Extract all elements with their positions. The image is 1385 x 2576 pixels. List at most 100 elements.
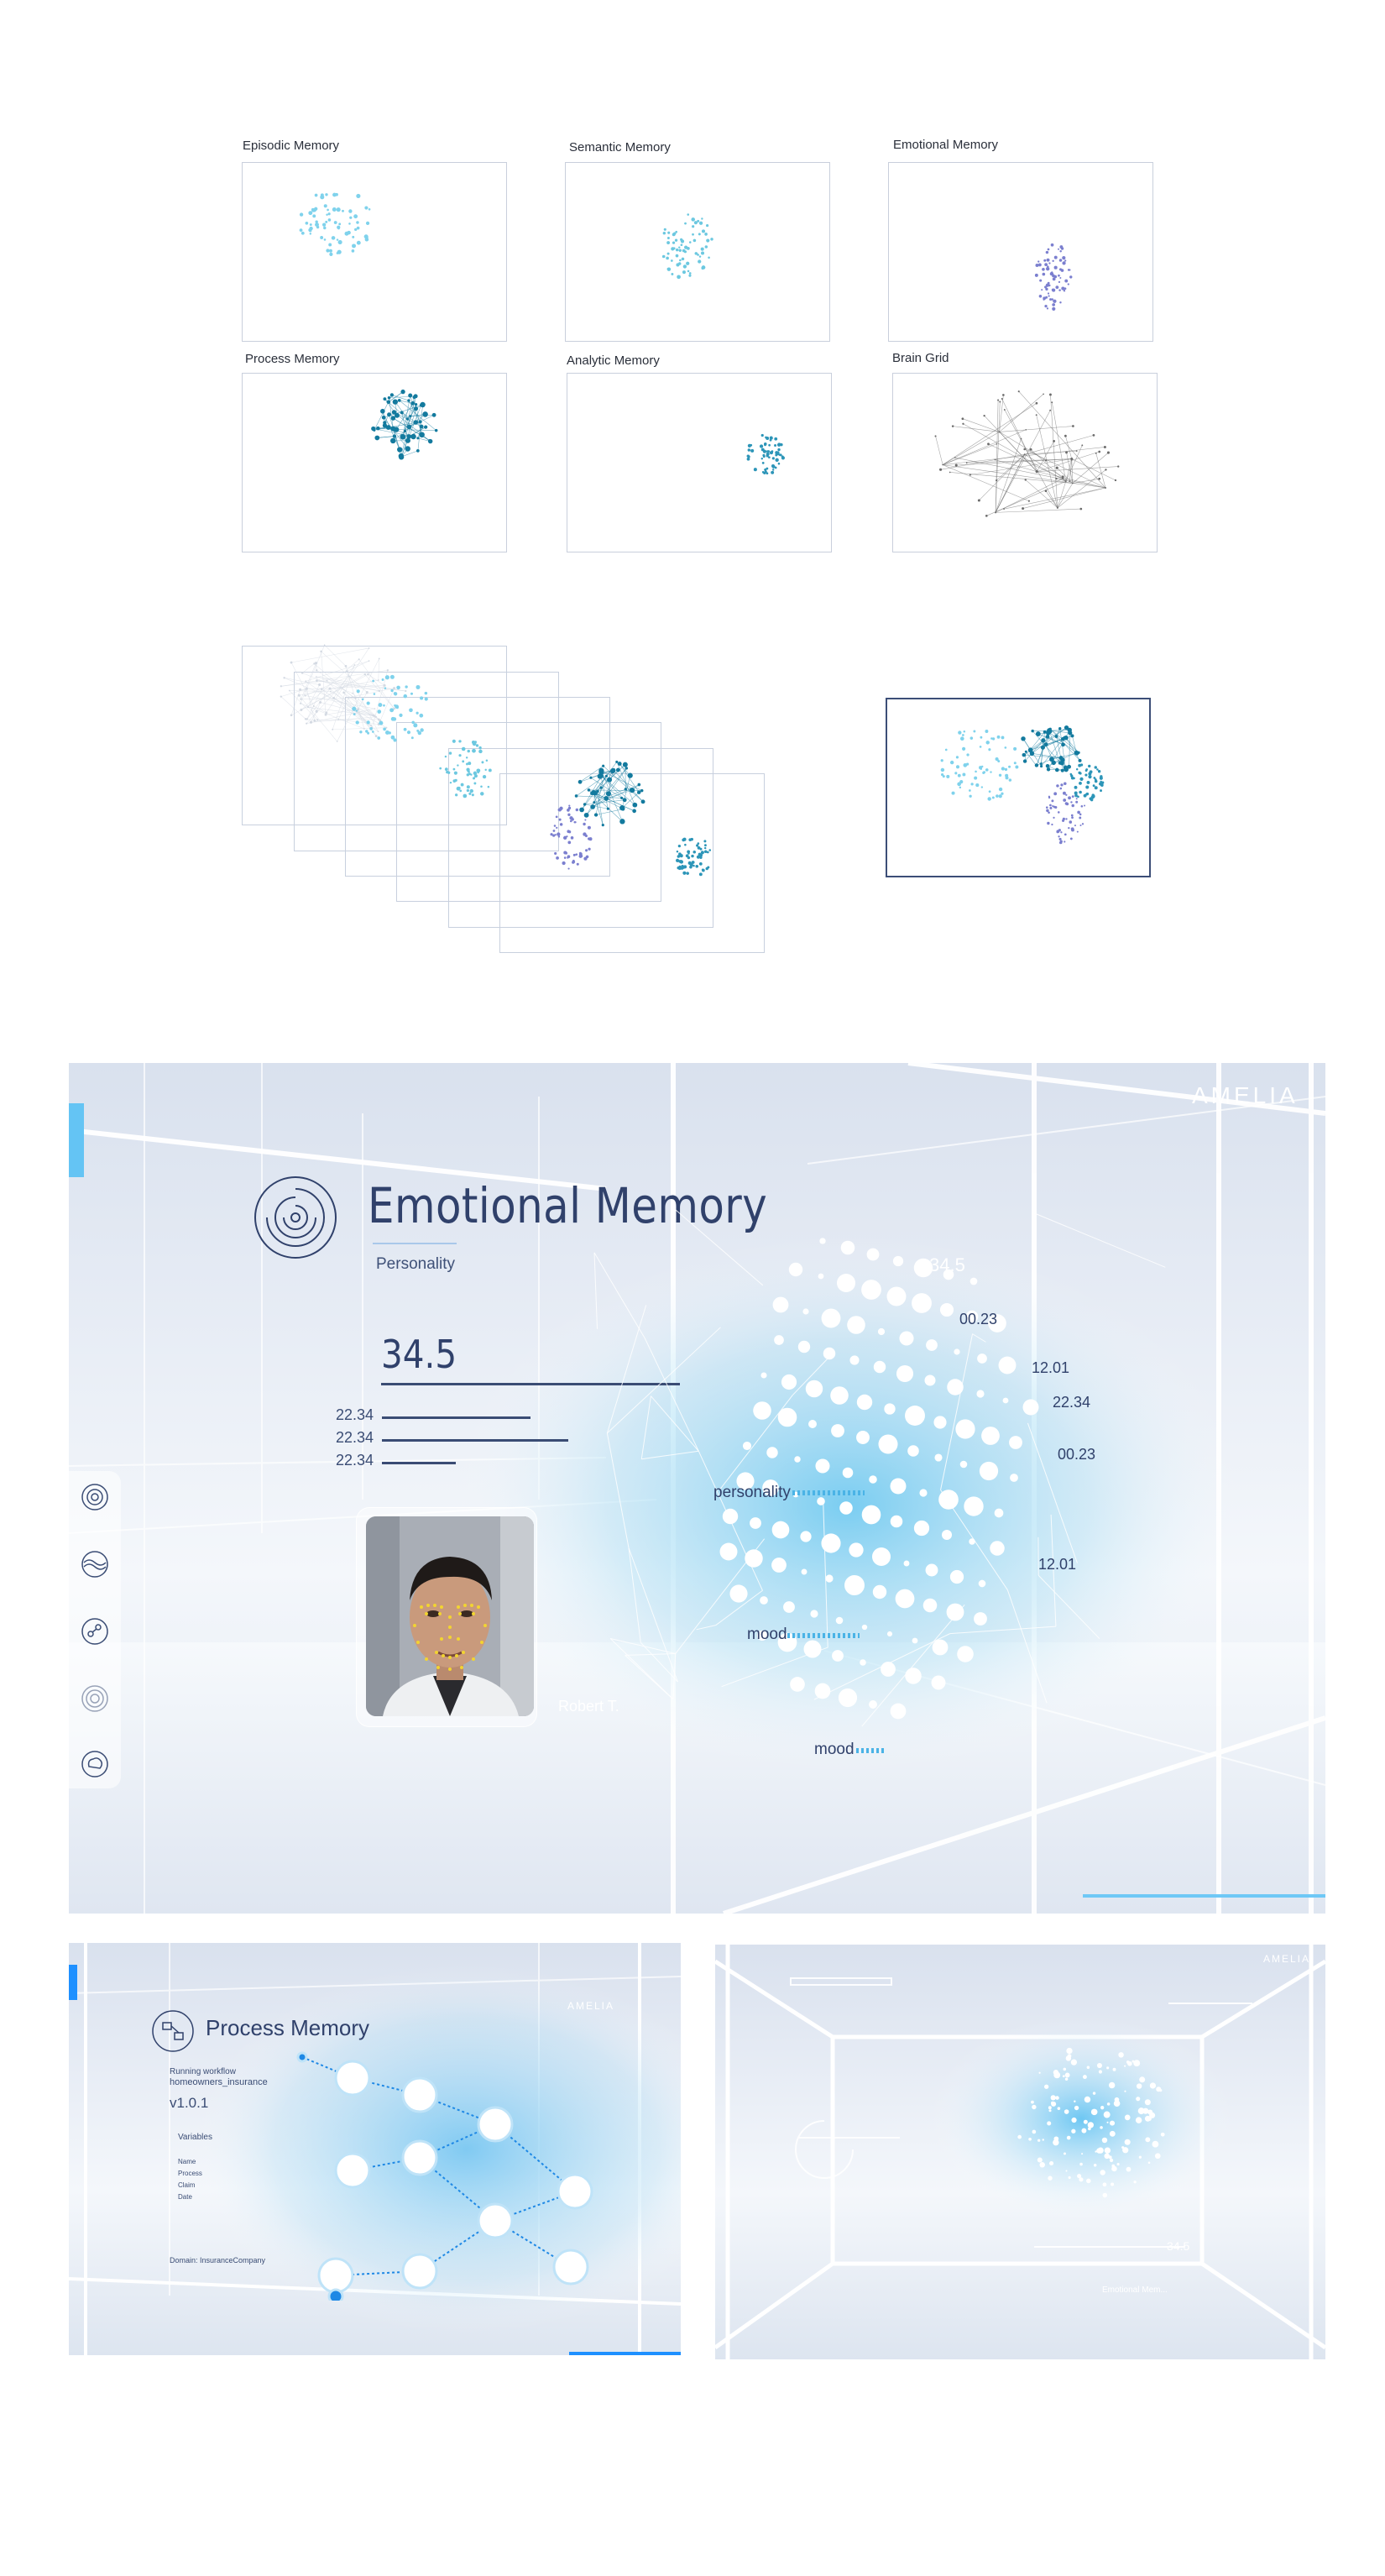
episodic-point	[352, 235, 355, 238]
grid-point	[1103, 445, 1106, 448]
analytic-point	[761, 462, 765, 464]
flow-node[interactable]	[334, 2060, 371, 2097]
semantic-point	[706, 238, 710, 243]
cloud-point	[849, 1355, 860, 1365]
thumb-analytic[interactable]	[567, 373, 832, 552]
combined-emotional-point	[1075, 798, 1078, 800]
cloud-point	[877, 1327, 886, 1336]
flow-node[interactable]	[327, 2288, 344, 2301]
combined-episodic-point	[942, 775, 945, 778]
flow-node[interactable]	[552, 2249, 589, 2285]
third-cloud-point	[1064, 2072, 1070, 2078]
third-cloud-point	[1079, 2177, 1084, 2182]
grid-point	[954, 463, 958, 467]
process-icon[interactable]	[81, 1617, 109, 1646]
flow-node[interactable]	[334, 2152, 371, 2189]
stack-episodic-point	[377, 736, 381, 740]
third-cloud-point	[1139, 2076, 1146, 2083]
flow-node[interactable]	[401, 2253, 438, 2290]
process-flow-diagram	[296, 2051, 593, 2301]
cloud-point	[954, 1348, 960, 1355]
brain-icon[interactable]	[81, 1750, 109, 1778]
process-point	[424, 425, 428, 429]
emotional-point	[1043, 259, 1047, 262]
stack-analytic-point	[704, 844, 707, 847]
stack-grid-point	[393, 687, 396, 690]
flow-node[interactable]	[477, 2106, 514, 2143]
flow-node[interactable]	[477, 2202, 514, 2239]
stack-emotional-point	[583, 832, 587, 836]
spiral-icon[interactable]	[81, 1483, 109, 1511]
combined-episodic-point	[973, 730, 976, 733]
third-cloud-point	[1136, 2097, 1141, 2102]
cloud-number-5: 00.23	[1058, 1446, 1096, 1463]
stack-episodic-point	[383, 704, 385, 707]
process-point	[416, 437, 420, 440]
emotional-point	[1042, 268, 1045, 271]
combined-episodic-point	[946, 774, 950, 778]
wave-icon[interactable]	[81, 1550, 109, 1579]
cloud-point	[815, 1458, 830, 1474]
episodic-point	[365, 221, 370, 225]
stack-process-point	[629, 787, 635, 793]
episodic-point	[356, 221, 359, 224]
flow-node[interactable]	[317, 2257, 354, 2294]
stack-analytic-point	[699, 856, 703, 859]
flow-node[interactable]	[401, 2076, 438, 2113]
cloud-point	[830, 1386, 849, 1405]
third-cloud-point	[1032, 2104, 1037, 2110]
analytic-cluster	[746, 433, 785, 475]
process-point	[390, 416, 396, 421]
semantic-point	[692, 225, 695, 228]
thumb-emotional[interactable]	[888, 162, 1153, 342]
process-point	[400, 433, 406, 440]
combined-brain-view[interactable]	[886, 698, 1151, 877]
semantic-point	[678, 249, 682, 252]
face-photo[interactable]	[366, 1516, 534, 1716]
cloud-point	[821, 1308, 841, 1328]
emotional-point	[1053, 255, 1058, 259]
process-point	[405, 437, 410, 443]
stack-grid-point	[315, 662, 318, 665]
stack-semantic-point	[472, 777, 476, 780]
combined-process-point	[1043, 742, 1048, 747]
combined-emotional-point	[1046, 806, 1048, 809]
cloud-point	[969, 1538, 975, 1545]
grid-link	[999, 426, 1074, 432]
episodic-point	[328, 243, 332, 247]
grid-point	[1106, 451, 1110, 454]
grid-point	[1023, 448, 1026, 451]
thumb-label-analytic: Analytic Memory	[567, 353, 660, 368]
fingerprint-icon[interactable]	[81, 1684, 109, 1713]
flow-node[interactable]	[296, 2051, 308, 2063]
stack-grid-point	[280, 695, 282, 698]
stack-episodic-point	[403, 694, 408, 699]
cloud-point	[861, 1505, 881, 1525]
thumb-semantic[interactable]	[565, 162, 830, 342]
cloud-point	[1022, 1399, 1039, 1416]
grid-point	[1003, 508, 1005, 510]
thumb-brain-grid[interactable]	[892, 373, 1158, 552]
combined-analytic-point	[1079, 763, 1084, 767]
stack-grid-point	[373, 715, 375, 717]
episodic-point	[342, 209, 344, 212]
combined-emotional-point	[1079, 813, 1082, 816]
flow-node[interactable]	[557, 2173, 593, 2210]
grid-point	[1020, 437, 1022, 440]
stack-emotional-point	[583, 856, 588, 861]
combined-analytic-point	[1079, 777, 1084, 781]
cloud-point	[912, 1637, 918, 1644]
stack-emotional-point	[554, 834, 557, 836]
third-cloud-point	[1116, 2163, 1120, 2166]
stack-grid-point	[378, 657, 380, 660]
stack-semantic-point	[468, 772, 471, 776]
combined-episodic-point	[1013, 746, 1017, 751]
combined-analytic-point	[1094, 786, 1098, 790]
grid-point	[996, 479, 998, 482]
stack-analytic-point	[703, 846, 707, 850]
flow-node[interactable]	[401, 2139, 438, 2176]
stack-grid-point	[332, 697, 336, 699]
stack-semantic-point	[458, 754, 462, 757]
thumb-episodic[interactable]	[242, 162, 507, 342]
thumb-process[interactable]	[242, 373, 507, 552]
